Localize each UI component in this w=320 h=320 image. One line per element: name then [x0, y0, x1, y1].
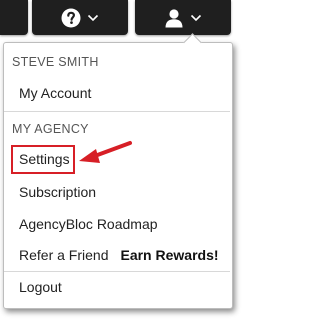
chevron-down-icon — [87, 14, 99, 22]
question-circle-icon — [61, 8, 81, 28]
agency-section-header: MY AGENCY — [12, 122, 89, 136]
menu-divider — [4, 111, 230, 112]
menu-divider — [4, 271, 230, 272]
subscription-link[interactable]: Subscription — [19, 184, 96, 200]
settings-highlight-box — [11, 145, 75, 174]
user-menu-button[interactable] — [135, 0, 231, 35]
user-name-header: STEVE SMITH — [12, 55, 99, 69]
logout-link[interactable]: Logout — [19, 279, 62, 295]
nav-button-left[interactable] — [0, 0, 28, 35]
pointer-arrow-icon — [79, 141, 132, 163]
refer-a-friend-label: Refer a Friend — [19, 247, 109, 263]
refer-a-friend-link[interactable]: Refer a Friend Earn Rewards! — [19, 247, 219, 263]
earn-rewards-label: Earn Rewards! — [120, 247, 219, 263]
user-dropdown-menu — [3, 42, 233, 309]
my-account-link[interactable]: My Account — [19, 85, 91, 101]
user-icon — [165, 9, 183, 28]
chevron-down-icon — [190, 14, 202, 22]
top-navigation-bar — [0, 0, 240, 36]
help-menu-button[interactable] — [32, 0, 128, 35]
roadmap-link[interactable]: AgencyBloc Roadmap — [19, 216, 158, 232]
